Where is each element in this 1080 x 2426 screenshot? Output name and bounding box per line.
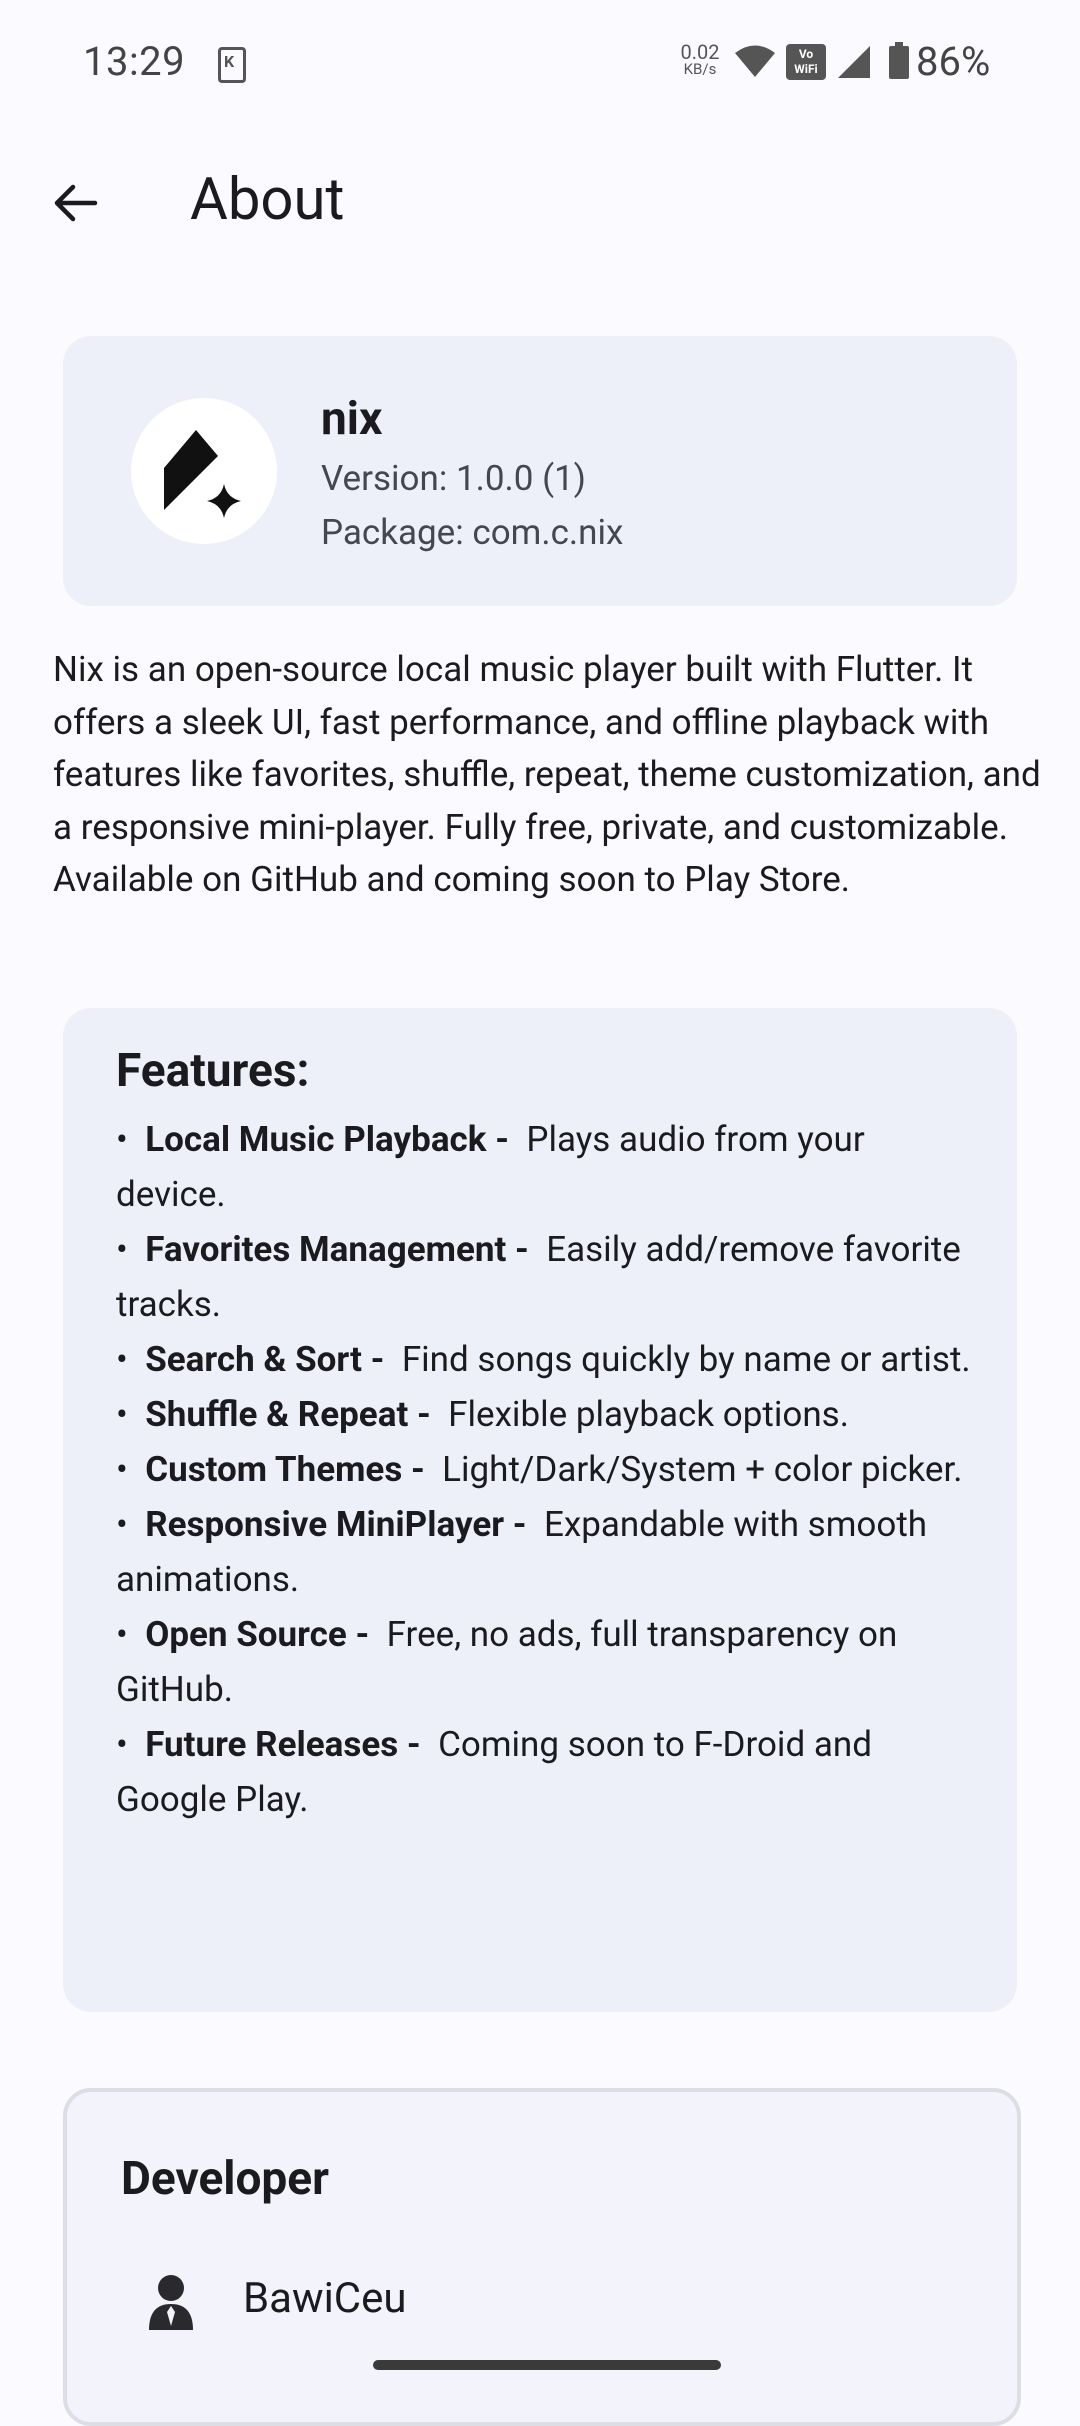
- app-bar: About: [0, 128, 1080, 272]
- features-list: • Local Music Playback - Plays audio fro…: [116, 1112, 976, 1827]
- developer-card: Developer BawiCeu: [63, 2088, 1021, 2426]
- app-name: nix: [321, 392, 383, 446]
- page-title: About: [190, 166, 345, 234]
- network-speed-unit: KB/s: [683, 60, 717, 78]
- features-title: Features:: [116, 1044, 310, 1098]
- feature-name: Open Source -: [145, 1614, 370, 1655]
- app-description: Nix is an open-source local music player…: [53, 649, 1041, 900]
- vowifi-icon: Vo WiFi: [786, 44, 826, 80]
- app-info-card: nix Version: 1.0.0 (1) Package: com.c.ni…: [63, 336, 1017, 606]
- feature-item: • Shuffle & Repeat - Flexible playback o…: [116, 1394, 849, 1435]
- wifi-icon: [735, 45, 775, 77]
- battery-icon: [889, 42, 909, 79]
- feature-name: Shuffle & Repeat -: [145, 1394, 431, 1435]
- feature-item: • Search & Sort - Find songs quickly by …: [116, 1339, 971, 1380]
- nix-logo-icon: [164, 430, 241, 518]
- feature-name: Local Music Playback -: [145, 1119, 509, 1160]
- network-speed-value: 0.02: [680, 40, 720, 64]
- person-icon: [149, 2275, 193, 2330]
- app-logo: [131, 398, 277, 544]
- feature-name: Future Releases -: [145, 1724, 421, 1765]
- feature-name: Search & Sort -: [145, 1339, 385, 1380]
- developer-title: Developer: [121, 2152, 329, 2206]
- status-time: 13:29: [83, 38, 186, 85]
- signal-icon: [838, 46, 870, 78]
- feature-text: Flexible playback options.: [448, 1394, 849, 1435]
- feature-item: • Favorites Management - Easily add/remo…: [116, 1229, 961, 1325]
- feature-text: Find songs quickly by name or artist.: [401, 1339, 971, 1380]
- feature-name: Favorites Management -: [145, 1229, 529, 1270]
- feature-item: • Local Music Playback - Plays audio fro…: [116, 1119, 865, 1215]
- feature-name: Custom Themes -: [145, 1449, 425, 1490]
- back-button[interactable]: [40, 168, 110, 238]
- vowifi-label: Vo WiFi: [794, 47, 818, 76]
- app-package: Package: com.c.nix: [321, 512, 624, 553]
- feature-name: Responsive MiniPlayer -: [145, 1504, 527, 1545]
- feature-item: • Future Releases - Coming soon to F-Dro…: [116, 1724, 872, 1820]
- features-card: Features: • Local Music Playback - Plays…: [63, 1008, 1017, 2012]
- notification-icon: [218, 47, 246, 83]
- feature-item: • Custom Themes - Light/Dark/System + co…: [116, 1449, 963, 1490]
- feature-item: • Responsive MiniPlayer - Expandable wit…: [116, 1504, 928, 1600]
- status-bar: 13:29 0.02 KB/s Vo WiFi 86%: [0, 0, 1080, 128]
- feature-item: • Open Source - Free, no ads, full trans…: [116, 1614, 898, 1710]
- gesture-nav-handle[interactable]: [373, 2360, 721, 2370]
- arrow-left-icon: [54, 184, 98, 222]
- network-speed: 0.02 KB/s: [672, 42, 728, 77]
- feature-text: Light/Dark/System + color picker.: [442, 1449, 963, 1490]
- app-version: Version: 1.0.0 (1): [321, 458, 586, 499]
- battery-percent: 86%: [916, 38, 991, 85]
- developer-name[interactable]: BawiCeu: [243, 2274, 407, 2323]
